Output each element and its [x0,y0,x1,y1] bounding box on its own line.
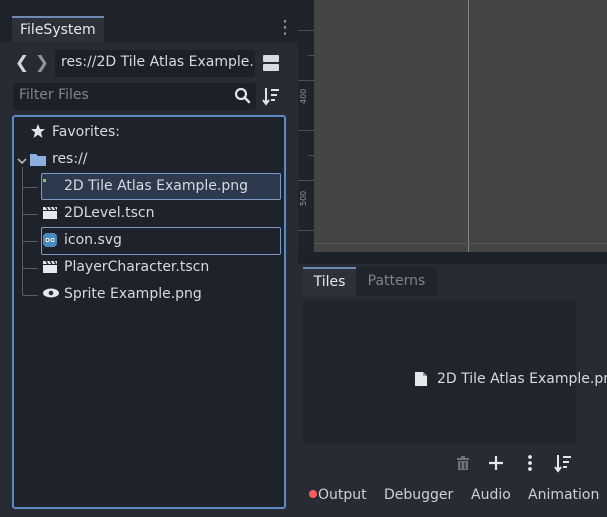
canvas-viewport[interactable] [298,0,607,252]
favorites-label: Favorites: [52,124,120,140]
bottom-tab-debugger[interactable]: Debugger [384,485,453,505]
eye-image-icon [42,287,60,301]
atlas-source-item[interactable]: 2D Tile Atlas Example.png [437,369,607,389]
file-row-playercharacter[interactable]: PlayerCharacter.tscn [42,257,280,277]
file-row-sprite-example[interactable]: Sprite Example.png [42,284,280,304]
file-row-icon-svg[interactable]: icon.svg [42,230,280,250]
error-indicator-dot [309,490,317,498]
back-chevron-icon[interactable]: ❮ [14,51,30,75]
tab-tiles[interactable]: Tiles [303,267,356,296]
tree-root-row[interactable]: res:// [16,149,280,169]
sort-icon[interactable] [261,85,281,107]
file-name: icon.svg [64,232,122,248]
search-icon [233,86,253,106]
more-kebab-icon[interactable] [520,453,540,473]
delete-trash-icon[interactable] [453,453,473,473]
star-icon [30,123,46,139]
chevron-down-icon[interactable] [17,154,27,165]
tab-patterns[interactable]: Patterns [356,267,437,296]
bottom-tab-animation[interactable]: Animation [528,485,599,505]
ruler-label: 400 [299,88,308,104]
tab-filesystem[interactable]: FileSystem [12,16,104,42]
file-row-2d-tile-atlas[interactable]: 2D Tile Atlas Example.png [42,176,280,196]
favorites-row[interactable]: Favorites: [30,122,280,142]
file-name: Sprite Example.png [64,286,202,302]
file-icon [414,371,428,387]
vertical-ruler: 400 500 [298,0,314,252]
file-name: PlayerCharacter.tscn [64,259,210,275]
root-folder-label: res:// [52,151,88,167]
folder-icon [30,152,46,166]
bottom-tab-output[interactable]: Output [318,485,367,505]
filter-files-input[interactable]: Filter Files [13,83,256,110]
image-file-icon [42,178,58,194]
grid-line [314,243,607,244]
scene-clapper-icon [42,206,58,220]
file-name: 2DLevel.tscn [64,205,155,221]
path-input[interactable]: res://2D Tile Atlas Example. [55,50,255,77]
dock-menu-kebab-icon[interactable]: ⋮ [276,18,294,42]
scene-clapper-icon [42,260,58,274]
y-axis-guide [468,0,469,252]
file-name: 2D Tile Atlas Example.png [64,178,248,194]
ruler-label: 500 [299,190,308,206]
godot-svg-icon [42,232,58,248]
bottom-tab-audio[interactable]: Audio [471,485,511,505]
sort-icon[interactable] [553,452,573,473]
add-plus-icon[interactable] [486,453,506,473]
file-row-2dlevel[interactable]: 2DLevel.tscn [42,203,280,223]
forward-chevron-icon[interactable]: ❯ [34,51,50,75]
split-mode-icon[interactable] [261,52,281,74]
